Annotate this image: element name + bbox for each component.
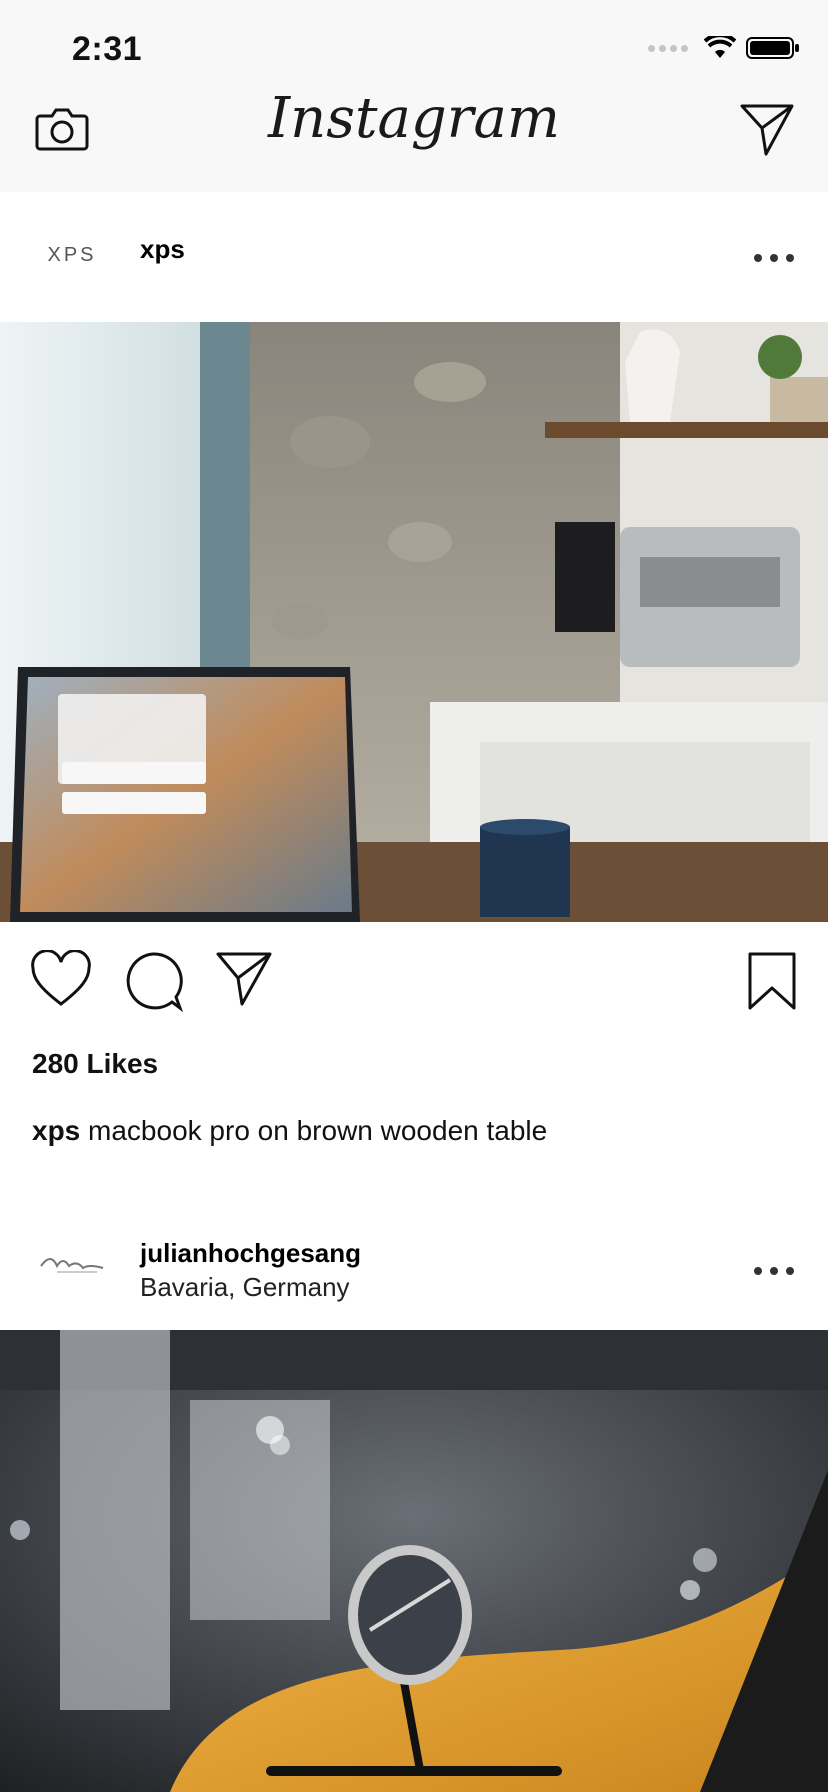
share-icon[interactable] bbox=[214, 950, 274, 1008]
like-heart-icon[interactable] bbox=[30, 950, 92, 1008]
more-options-button[interactable] bbox=[754, 248, 794, 268]
direct-message-icon[interactable] bbox=[738, 100, 796, 158]
likes-count[interactable]: 280 Likes bbox=[32, 1048, 158, 1080]
avatar-text: XPS bbox=[47, 243, 97, 266]
signature-avatar-icon bbox=[40, 1258, 104, 1273]
post-header: XPS xps bbox=[0, 192, 828, 322]
bookmark-icon[interactable] bbox=[746, 950, 798, 1012]
avatar[interactable] bbox=[30, 1236, 114, 1290]
status-icons bbox=[648, 36, 800, 60]
avatar[interactable]: XPS bbox=[30, 228, 114, 282]
app-logo: Instagram bbox=[268, 86, 560, 151]
post-username[interactable]: xps bbox=[140, 234, 185, 265]
more-options-button[interactable] bbox=[754, 1261, 794, 1281]
car-mirror-image bbox=[0, 1330, 828, 1792]
caption-text: macbook pro on brown wooden table bbox=[88, 1115, 548, 1146]
cellular-signal-icon bbox=[648, 44, 688, 52]
battery-icon bbox=[746, 37, 799, 59]
home-indicator[interactable] bbox=[266, 1766, 562, 1776]
post-location[interactable]: Bavaria, Germany bbox=[140, 1272, 350, 1303]
post-username[interactable]: julianhochgesang bbox=[140, 1238, 361, 1269]
post-photo[interactable] bbox=[0, 322, 828, 922]
comment-icon[interactable] bbox=[122, 950, 184, 1012]
post-header: julianhochgesang Bavaria, Germany bbox=[0, 1200, 828, 1330]
caption-username[interactable]: xps bbox=[32, 1115, 80, 1146]
wifi-icon bbox=[704, 36, 736, 58]
laptop-scene-image bbox=[0, 322, 828, 922]
top-bar: 2:31 Instagram bbox=[0, 0, 828, 192]
status-time: 2:31 bbox=[72, 30, 143, 68]
post-actions bbox=[0, 950, 828, 1020]
post-caption: xps macbook pro on brown wooden table bbox=[32, 1115, 547, 1147]
post-photo[interactable] bbox=[0, 1330, 828, 1792]
